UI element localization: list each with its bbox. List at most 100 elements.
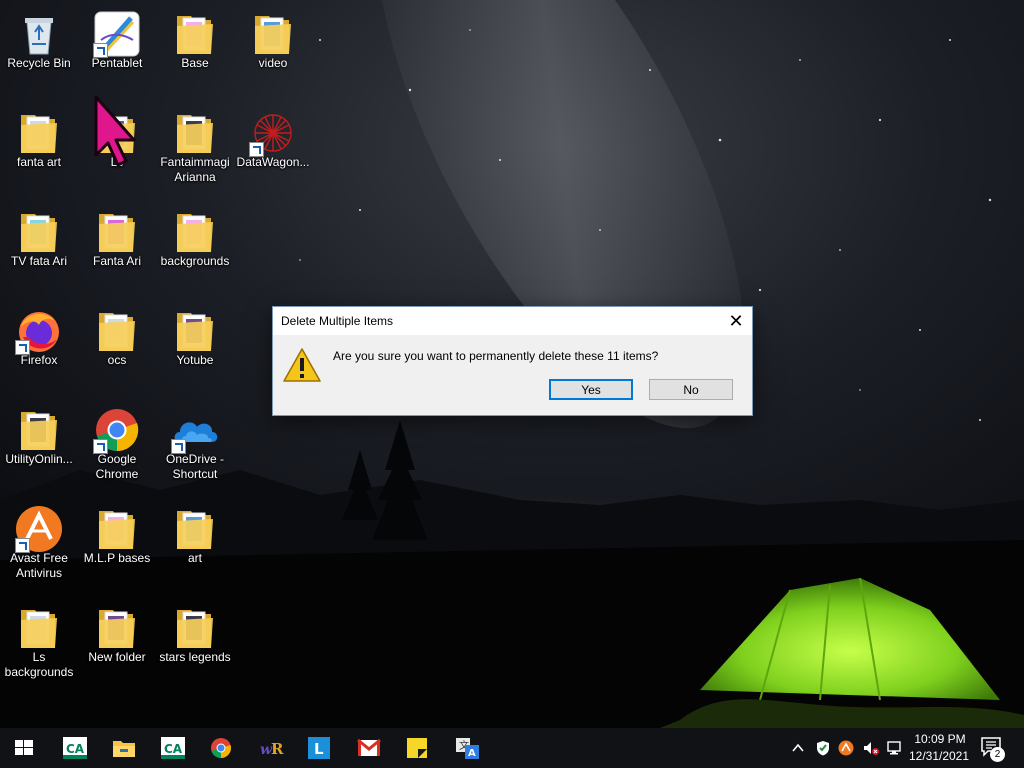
- taskbar-l-app[interactable]: L: [297, 728, 341, 768]
- desktop-icon-label: Ls backgrounds: [4, 650, 74, 679]
- folder-icon: [171, 307, 219, 355]
- desktop-icon[interactable]: DataWagon...: [234, 103, 312, 199]
- desktop-icon[interactable]: Google Chrome: [78, 400, 156, 496]
- taskbar-credit-agricole-2[interactable]: CA: [150, 728, 194, 768]
- avast-tray-icon[interactable]: [838, 740, 854, 756]
- chrome-icon: [211, 738, 231, 758]
- chrome-icon: [93, 406, 141, 454]
- svg-text:A: A: [468, 748, 476, 759]
- desktop-icon-label: New folder: [88, 650, 146, 664]
- desktop-icon[interactable]: Base: [156, 4, 234, 100]
- taskbar: CA CA w R L 文 A 10:09 PM 12/31/2021 2: [0, 728, 1024, 768]
- yes-button[interactable]: Yes: [549, 379, 633, 400]
- desktop-icon-label: M.L.P bases: [83, 551, 151, 565]
- desktop-icon[interactable]: Fantaimmagi Arianna: [156, 103, 234, 199]
- desktop-icon[interactable]: UtilityOnlin...: [0, 400, 78, 496]
- desktop-icon-label: Firefox: [20, 353, 58, 367]
- desktop-icon[interactable]: Ls backgrounds: [0, 598, 78, 694]
- desktop-icon[interactable]: M.L.P bases: [78, 499, 156, 595]
- desktop-icon[interactable]: backgrounds: [156, 202, 234, 298]
- folder-icon: [171, 109, 219, 157]
- desktop-icon-label: Fantaimmagi Arianna: [160, 155, 230, 184]
- volume-muted-icon[interactable]: [862, 740, 880, 756]
- gmail-icon: [357, 738, 381, 756]
- desktop-icon[interactable]: video: [234, 4, 312, 100]
- folder-icon: [93, 307, 141, 355]
- notification-count-badge: 2: [990, 747, 1005, 762]
- folder-icon: [171, 208, 219, 256]
- close-icon[interactable]: ✕: [720, 307, 752, 335]
- taskbar-translate[interactable]: 文 A: [444, 728, 488, 768]
- translate-icon: 文 A: [456, 738, 479, 759]
- desktop-icon[interactable]: art: [156, 499, 234, 595]
- delete-confirmation-dialog: Delete Multiple Items ✕ Are you sure you…: [272, 306, 753, 416]
- credit-agricole-icon: CA: [63, 737, 87, 759]
- recycle-bin-icon: [15, 10, 63, 58]
- no-button[interactable]: No: [649, 379, 733, 400]
- taskbar-credit-agricole-1[interactable]: CA: [52, 728, 96, 768]
- folder-icon: [93, 505, 141, 553]
- desktop-icon[interactable]: Avast Free Antivirus: [0, 499, 78, 595]
- desktop-icon[interactable]: TV fata Ari: [0, 202, 78, 298]
- network-icon[interactable]: [886, 740, 904, 756]
- dialog-message: Are you sure you want to permanently del…: [333, 349, 659, 363]
- taskbar-gmail[interactable]: [346, 728, 390, 768]
- windows-icon: [15, 740, 33, 755]
- dialog-titlebar[interactable]: Delete Multiple Items ✕: [273, 307, 752, 335]
- folder-icon: [15, 208, 63, 256]
- desktop-icon[interactable]: ocs: [78, 301, 156, 397]
- file-explorer-icon: [113, 741, 135, 757]
- folder-icon: [93, 604, 141, 652]
- wr-icon: w R: [260, 740, 284, 758]
- svg-text:L: L: [314, 740, 324, 758]
- desktop-icon-label: Pentablet: [91, 56, 143, 70]
- defender-shield-icon[interactable]: [815, 740, 831, 756]
- desktop-icon-label: UtilityOnlin...: [5, 452, 73, 466]
- desktop-icon-label: Google Chrome: [95, 452, 139, 481]
- desktop-icon-label: art: [187, 551, 202, 565]
- datawagon-icon: [249, 109, 297, 157]
- clock-time[interactable]: 10:09 PM: [908, 732, 972, 746]
- onedrive-icon: [171, 406, 219, 454]
- taskbar-file-explorer[interactable]: [101, 728, 145, 768]
- desktop-icon[interactable]: New folder: [78, 598, 156, 694]
- desktop-icon-label: ocs: [107, 353, 127, 367]
- desktop-icon-label: Recycle Bin: [7, 56, 71, 70]
- dialog-title: Delete Multiple Items: [281, 314, 394, 328]
- desktop-icon-label: fanta art: [16, 155, 62, 169]
- mouse-pointer-icon: [92, 95, 144, 167]
- desktop-icon[interactable]: Recycle Bin: [0, 4, 78, 100]
- desktop-icon[interactable]: Pentablet: [78, 4, 156, 100]
- show-hidden-icons-chevron-icon[interactable]: [790, 740, 806, 756]
- folder-icon: [171, 604, 219, 652]
- taskbar-chrome[interactable]: [199, 728, 243, 768]
- l-app-icon: L: [308, 737, 330, 759]
- sticky-notes-icon: [407, 738, 427, 758]
- desktop-icon[interactable]: stars legends: [156, 598, 234, 694]
- svg-text:CA: CA: [66, 742, 85, 756]
- desktop-icon-label: Yotube: [176, 353, 214, 367]
- desktop-icon-label: stars legends: [159, 650, 231, 664]
- desktop-icon[interactable]: Fanta Ari: [78, 202, 156, 298]
- credit-agricole-icon: CA: [161, 737, 185, 759]
- start-button[interactable]: [2, 728, 46, 768]
- desktop-icon-label: Avast Free Antivirus: [10, 551, 68, 580]
- folder-icon: [93, 208, 141, 256]
- desktop-icon-label: TV fata Ari: [10, 254, 68, 268]
- folder-icon: [171, 10, 219, 58]
- clock-date[interactable]: 12/31/2021: [906, 749, 972, 763]
- avast-icon: [15, 505, 63, 553]
- folder-icon: [15, 406, 63, 454]
- desktop-icon[interactable]: OneDrive - Shortcut: [156, 400, 234, 496]
- desktop-icon-label: DataWagon...: [236, 155, 310, 169]
- warning-icon: [283, 347, 321, 383]
- taskbar-wr-app[interactable]: w R: [248, 728, 292, 768]
- taskbar-sticky-notes[interactable]: [395, 728, 439, 768]
- desktop-icon-label: OneDrive - Shortcut: [165, 452, 224, 481]
- desktop-icon-label: Fanta Ari: [92, 254, 142, 268]
- desktop-icon-label: backgrounds: [160, 254, 230, 268]
- desktop-icon[interactable]: fanta art: [0, 103, 78, 199]
- desktop-icon[interactable]: Yotube: [156, 301, 234, 397]
- desktop-icon[interactable]: Firefox: [0, 301, 78, 397]
- firefox-icon: [15, 307, 63, 355]
